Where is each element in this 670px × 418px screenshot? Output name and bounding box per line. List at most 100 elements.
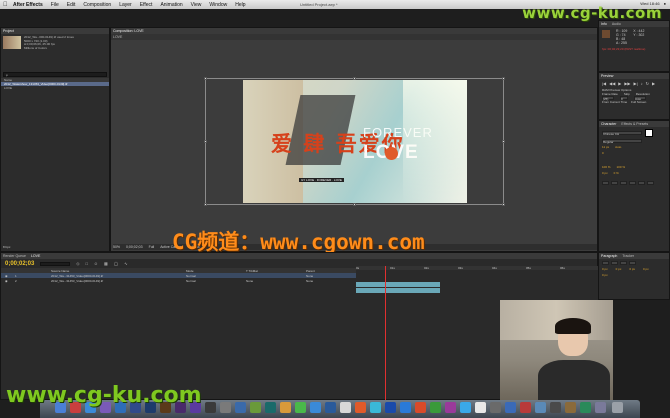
composition-viewer-image[interactable]: 爱 肆 吾爱你 FOREVER LOVE ILY LOVE · FOREVER … [243, 80, 467, 203]
menu-view[interactable]: View [191, 2, 202, 8]
draft-3d-icon[interactable]: □ [85, 261, 87, 266]
transform-handle[interactable] [353, 203, 356, 206]
eye-icon[interactable]: ◉ [5, 279, 15, 283]
col-source-name[interactable]: Source Name [51, 269, 186, 273]
trash-icon[interactable] [612, 402, 623, 413]
menu-window[interactable]: Window [209, 2, 227, 8]
project-search-input[interactable]: ρ [3, 72, 107, 78]
justify-icon[interactable] [629, 261, 636, 265]
app-icon[interactable] [370, 402, 381, 413]
first-frame-icon[interactable]: |◀ [602, 81, 606, 86]
comp-timecode[interactable]: 0;00;02;03 [126, 245, 143, 249]
play-icon[interactable]: ▶ [618, 81, 621, 86]
space-after-input[interactable]: 0 px [602, 273, 608, 277]
app-icon[interactable] [250, 402, 261, 413]
next-frame-icon[interactable]: ▶▶ [624, 81, 630, 86]
resolution-select[interactable]: Full [149, 245, 155, 249]
menu-animation[interactable]: Animation [160, 2, 182, 8]
space-before-input[interactable]: 0 px [643, 267, 649, 271]
layer-name[interactable]: 2012_Wa...31453_Video[0000-0149].tif [51, 279, 186, 283]
timeline-search-input[interactable] [40, 261, 71, 266]
transform-handle[interactable] [502, 77, 505, 80]
menu-file[interactable]: File [51, 2, 59, 8]
menu-effect[interactable]: Effect [140, 2, 153, 8]
frame-blend-icon[interactable]: ▦ [104, 261, 108, 266]
zoom-select[interactable]: 50% [113, 245, 120, 249]
transform-handle[interactable] [204, 77, 207, 80]
small-caps-icon[interactable] [629, 181, 636, 185]
app-icon[interactable] [550, 402, 561, 413]
transform-handle[interactable] [204, 140, 207, 143]
all-caps-icon[interactable] [620, 181, 627, 185]
menu-layer[interactable]: Layer [119, 2, 132, 8]
app-icon[interactable] [460, 402, 471, 413]
playhead[interactable] [385, 266, 386, 400]
app-icon[interactable] [565, 402, 576, 413]
excel-icon[interactable] [430, 402, 441, 413]
motion-blur-icon[interactable]: ◯ [114, 261, 118, 266]
layer-mode[interactable]: Normal [186, 279, 246, 283]
indent-left-input[interactable]: 0 px [602, 267, 608, 271]
app-icon[interactable] [520, 402, 531, 413]
graph-editor-icon[interactable]: ∿ [124, 261, 127, 266]
tab-tracker[interactable]: Tracker [622, 254, 634, 258]
transform-handle[interactable] [502, 140, 505, 143]
app-icon[interactable] [280, 402, 291, 413]
align-right-icon[interactable] [620, 261, 627, 265]
menu-edit[interactable]: Edit [67, 2, 76, 8]
apple-icon[interactable]:  [3, 2, 9, 8]
transform-handle[interactable] [502, 203, 505, 206]
menu-help[interactable]: Help [235, 2, 245, 8]
word-icon[interactable] [400, 402, 411, 413]
align-center-icon[interactable] [611, 261, 618, 265]
audio-icon[interactable]: ♪ [641, 81, 643, 86]
indent-first-input[interactable]: 0 px [629, 267, 635, 271]
prev-frame-icon[interactable]: ◀◀ [609, 81, 615, 86]
tab-love-timeline[interactable]: LOVE [31, 254, 40, 258]
superscript-icon[interactable] [638, 181, 645, 185]
layer-bar[interactable] [356, 288, 440, 293]
spotlight-icon[interactable]: ● [664, 1, 666, 6]
font-family-select[interactable]: Chinese CH [602, 131, 642, 136]
eye-icon[interactable]: ◉ [5, 274, 15, 278]
col-parent[interactable]: Parent [306, 269, 315, 273]
bit-depth[interactable]: 8 bpc [3, 245, 10, 249]
vertical-scale-input[interactable]: 100 % [602, 165, 611, 169]
align-left-icon[interactable] [602, 261, 609, 265]
app-icon[interactable] [235, 402, 246, 413]
fill-color-swatch[interactable] [645, 129, 653, 137]
tab-preview[interactable]: Preview [601, 74, 613, 78]
app-icon[interactable] [505, 402, 516, 413]
layer-bar[interactable] [356, 282, 440, 287]
tab-project[interactable]: Project [3, 29, 14, 33]
app-icon[interactable] [475, 402, 486, 413]
tab-character[interactable]: Character [601, 122, 616, 126]
downloads-icon[interactable] [595, 402, 606, 413]
app-menu[interactable]: After Effects [13, 2, 43, 8]
app-icon[interactable] [310, 402, 321, 413]
app-icon[interactable] [205, 402, 216, 413]
powerpoint-icon[interactable] [415, 402, 426, 413]
app-icon[interactable] [535, 402, 546, 413]
tab-paragraph[interactable]: Paragraph [601, 254, 617, 258]
tab-render-queue[interactable]: Render Queue [3, 254, 26, 258]
baseline-shift-input[interactable]: 0 px [602, 171, 608, 175]
shy-icon[interactable]: ☺ [94, 261, 98, 266]
app-icon[interactable] [220, 402, 231, 413]
checkbox-from-current-time[interactable]: From Current Time [602, 100, 627, 104]
layer-trkmat[interactable]: None [246, 279, 306, 283]
menu-composition[interactable]: Composition [83, 2, 111, 8]
app-icon[interactable] [580, 402, 591, 413]
layer-parent[interactable]: None [306, 274, 313, 278]
transform-handle[interactable] [204, 203, 207, 206]
layer-mode[interactable]: Normal [186, 274, 246, 278]
last-frame-icon[interactable]: ▶| [634, 81, 638, 86]
list-item[interactable]: LOVE [1, 86, 109, 90]
tab-audio[interactable]: Audio [612, 22, 621, 26]
app-icon[interactable] [490, 402, 501, 413]
indent-right-input[interactable]: 0 px [616, 267, 622, 271]
layer-parent[interactable]: None [306, 279, 313, 283]
tab-composition[interactable]: Composition: LOVE [113, 29, 144, 33]
tab-effects-presets[interactable]: Effects & Presets [621, 122, 648, 126]
tab-love[interactable]: LOVE [113, 35, 122, 39]
